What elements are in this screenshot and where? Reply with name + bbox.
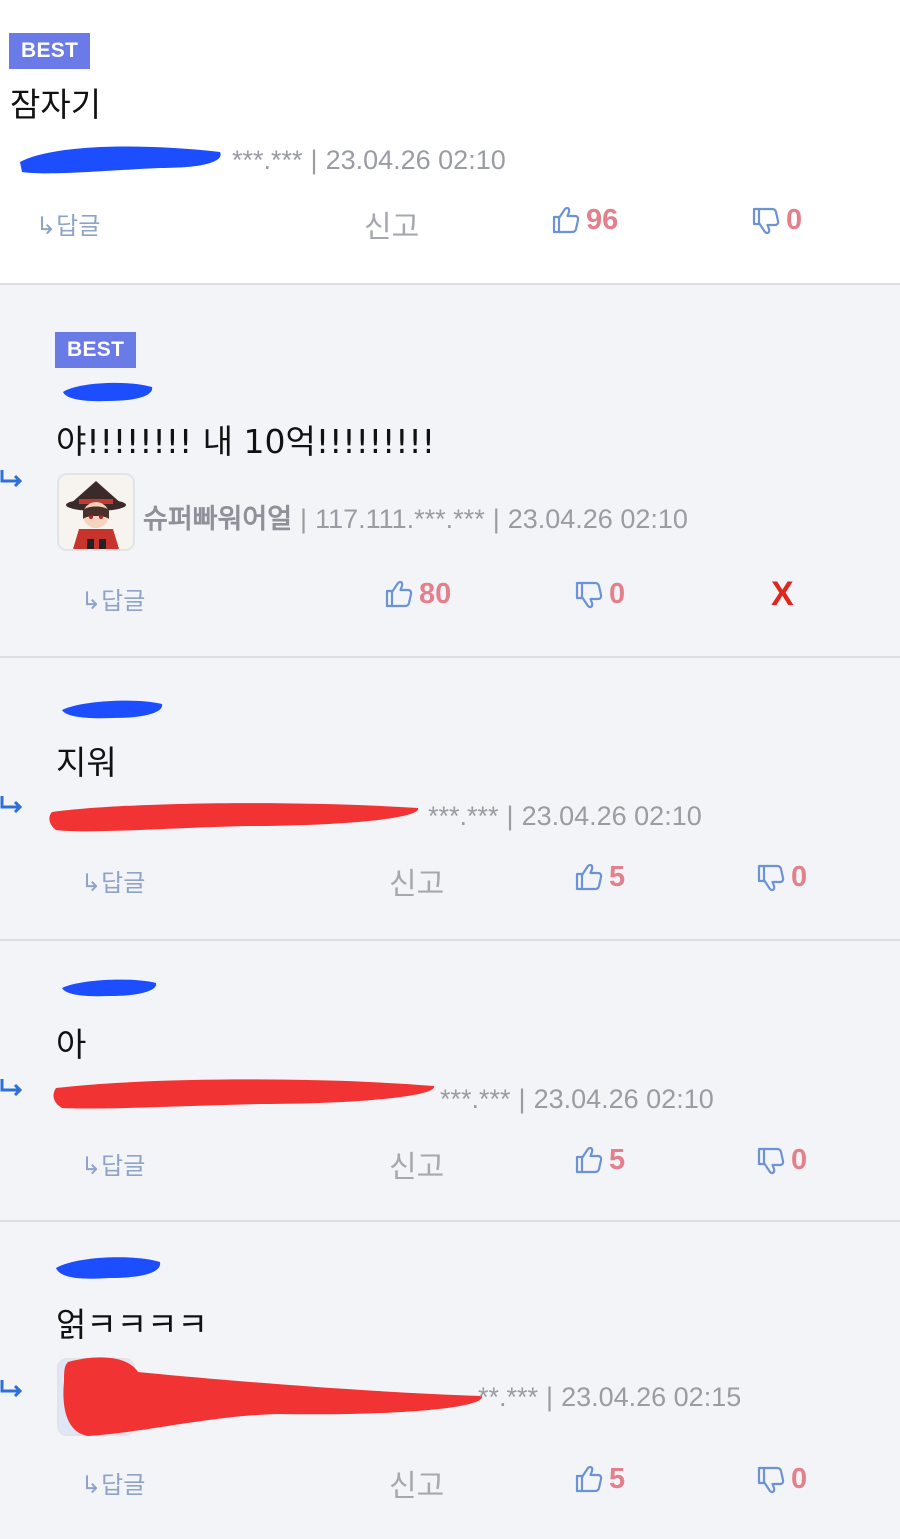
comment-item: 얽ㅋㅋㅋㅋ **.*** | 23.04.26 02:15 ↳답글 신고 5 0: [0, 1222, 900, 1539]
comment-text: 아: [56, 1025, 87, 1064]
comment-item: BEST 잠자기 ***.*** | 23.04.26 02:10 ↳답글 신고 9…: [0, 0, 900, 284]
comment-meta: 슈퍼빠워어얼 | 117.111.***.*** | 23.04.26 02:10: [143, 504, 688, 534]
downvote-button[interactable]: 0: [755, 1463, 807, 1496]
upvote-button[interactable]: 80: [383, 578, 451, 611]
ip-address: ***.***: [232, 145, 303, 175]
comment-meta: ***.*** | 23.04.26 02:10: [428, 801, 702, 831]
thumbs-up-icon: [575, 1465, 603, 1492]
downvote-button[interactable]: 0: [755, 861, 807, 894]
downvote-count: 0: [791, 861, 808, 893]
ip-address: 117.111.***.***: [315, 504, 485, 534]
upvote-button[interactable]: 5: [573, 1463, 625, 1496]
comment-text: 야!!!!!!!! 내 10억!!!!!!!!!: [56, 422, 435, 461]
downvote-button[interactable]: 0: [755, 1144, 807, 1177]
ip-address: **.***: [478, 1382, 539, 1412]
comment-text: 지워: [56, 743, 117, 782]
reply-arrow-icon: [0, 468, 22, 487]
redaction-scribble: [62, 979, 157, 997]
reply-button[interactable]: ↳답글: [81, 581, 145, 616]
reply-button[interactable]: ↳답글: [36, 206, 100, 241]
avatar-image: [59, 475, 133, 549]
reply-arrow-icon: [0, 1378, 22, 1397]
thumbs-up-icon: [575, 863, 603, 890]
thumbs-up-icon: [385, 580, 413, 607]
delete-button[interactable]: X: [771, 575, 794, 614]
author-nickname[interactable]: 슈퍼빠워어얼: [143, 504, 292, 534]
thumbs-down-icon: [757, 1466, 785, 1493]
ip-address: ***.***: [428, 801, 499, 831]
report-button[interactable]: 신고: [389, 1142, 444, 1186]
redaction-scribble: [53, 1079, 435, 1109]
avatar: [57, 473, 135, 551]
thumbs-down-icon: [575, 581, 603, 608]
thumbs-down-icon: [752, 207, 780, 234]
comment-item: BEST 야!!!!!!!! 내 10억!!!!!!!!! 슈퍼빠워어얼 | 117…: [0, 285, 900, 656]
timestamp: 23.04.26 02:15: [561, 1382, 742, 1412]
redaction-scribble: [20, 146, 221, 174]
best-badge: BEST: [9, 33, 91, 69]
redaction-scribble: [62, 700, 163, 719]
best-badge: BEST: [55, 332, 137, 368]
timestamp: 23.04.26 02:10: [507, 504, 688, 534]
timestamp: 23.04.26 02:10: [521, 801, 702, 831]
redaction-scribble: [63, 382, 153, 402]
thumbs-down-icon: [757, 1147, 785, 1174]
downvote-button[interactable]: 0: [573, 578, 625, 611]
report-button[interactable]: 신고: [364, 202, 419, 246]
reply-button[interactable]: ↳답글: [81, 863, 145, 898]
upvote-count: 96: [586, 204, 619, 236]
upvote-button[interactable]: 5: [573, 861, 625, 894]
comment-meta: ***.*** | 23.04.26 02:10: [440, 1084, 714, 1114]
thumbs-down-icon: [757, 864, 785, 891]
comment-meta: ***.*** | 23.04.26 02:10: [232, 145, 506, 175]
timestamp: 23.04.26 02:10: [325, 145, 506, 175]
thumbs-up-icon: [575, 1146, 603, 1173]
upvote-button[interactable]: 5: [573, 1144, 625, 1177]
comment-text: 잠자기: [10, 85, 102, 124]
reply-button[interactable]: ↳답글: [81, 1146, 145, 1181]
reply-arrow-icon: [0, 794, 22, 813]
thumbs-up-icon: [552, 206, 580, 233]
comment-meta: **.*** | 23.04.26 02:15: [478, 1382, 742, 1412]
redaction-scribble: [56, 1257, 161, 1279]
upvote-button[interactable]: 96: [550, 204, 618, 237]
reply-button[interactable]: ↳답글: [81, 1465, 145, 1500]
redaction-scribble: [49, 803, 419, 832]
upvote-count: 80: [419, 578, 452, 610]
report-button[interactable]: 신고: [389, 859, 444, 903]
timestamp: 23.04.26 02:10: [533, 1084, 714, 1114]
upvote-count: 5: [609, 1144, 626, 1176]
downvote-count: 0: [786, 204, 803, 236]
redaction-scribble: [63, 1357, 483, 1436]
ip-address: ***.***: [440, 1084, 511, 1114]
upvote-count: 5: [609, 1463, 626, 1495]
report-button[interactable]: 신고: [389, 1461, 444, 1505]
downvote-count: 0: [791, 1144, 808, 1176]
reply-arrow-icon: [0, 1077, 22, 1096]
comment-item: 지워 ***.*** | 23.04.26 02:10 ↳답글 신고 5 0: [0, 658, 900, 939]
comment-text: 얽ㅋㅋㅋㅋ: [56, 1305, 208, 1344]
downvote-button[interactable]: 0: [750, 204, 802, 237]
comment-item: 아 ***.*** | 23.04.26 02:10 ↳답글 신고 5 0: [0, 941, 900, 1220]
downvote-count: 0: [791, 1463, 808, 1495]
downvote-count: 0: [609, 578, 626, 610]
upvote-count: 5: [609, 861, 626, 893]
